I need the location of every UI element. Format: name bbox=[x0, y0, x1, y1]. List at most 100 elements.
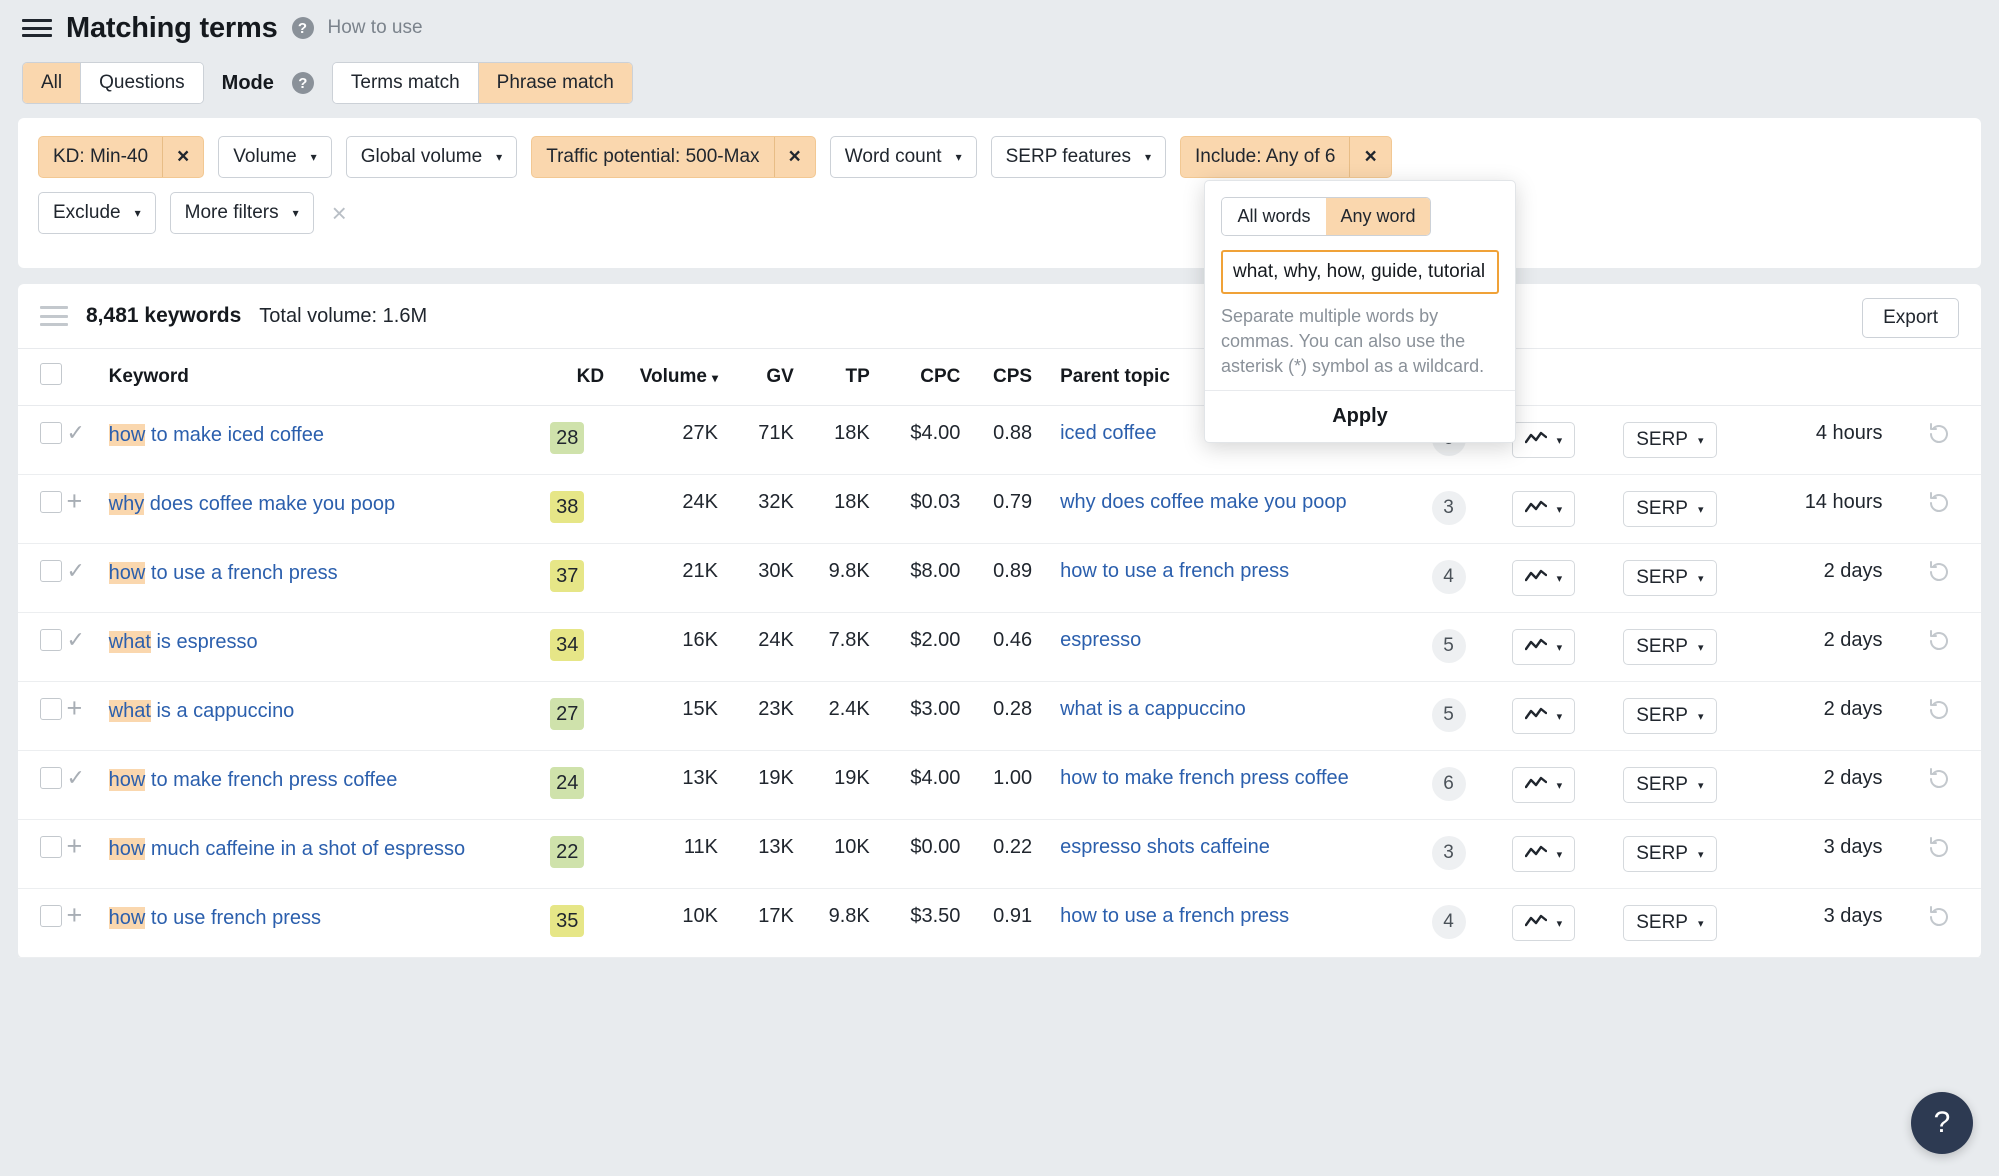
trend-dropdown-button[interactable]: ▾ bbox=[1511, 836, 1576, 872]
serp-dropdown-button[interactable]: SERP ▾ bbox=[1623, 629, 1717, 665]
keyword-link[interactable]: what is a cappuccino bbox=[108, 700, 294, 722]
header-kd[interactable]: KD bbox=[530, 348, 605, 406]
keyword-link[interactable]: how to use a french press bbox=[108, 562, 338, 584]
trend-dropdown-button[interactable]: ▾ bbox=[1511, 422, 1576, 458]
row-trend-cell: ▾ bbox=[1485, 750, 1602, 820]
trend-dropdown-button[interactable]: ▾ bbox=[1511, 491, 1576, 527]
include-apply-button[interactable]: Apply bbox=[1205, 390, 1515, 442]
keyword-added-check-icon[interactable]: ✓ bbox=[66, 765, 84, 790]
row-checkbox[interactable] bbox=[40, 491, 62, 513]
filter-global-volume[interactable]: Global volume ▾ bbox=[345, 136, 518, 178]
parent-topic-link[interactable]: espresso shots caffeine bbox=[1060, 836, 1270, 858]
tab-phrase-match[interactable]: Phrase match bbox=[478, 63, 632, 103]
refresh-icon[interactable] bbox=[1927, 629, 1951, 660]
refresh-icon[interactable] bbox=[1927, 698, 1951, 729]
filter-include-close-icon[interactable]: × bbox=[1349, 137, 1390, 177]
tab-all[interactable]: All bbox=[23, 63, 82, 103]
refresh-icon[interactable] bbox=[1927, 491, 1951, 522]
filter-kd-close-icon[interactable]: × bbox=[162, 137, 203, 177]
serp-dropdown-button[interactable]: SERP ▾ bbox=[1623, 422, 1717, 458]
keyword-highlight: how bbox=[108, 424, 146, 446]
row-parent-topic-cell: how to use a french press bbox=[1032, 543, 1412, 613]
header-cps[interactable]: CPS bbox=[960, 348, 1033, 406]
row-checkbox[interactable] bbox=[40, 836, 62, 858]
row-checkbox[interactable] bbox=[40, 905, 62, 927]
add-keyword-icon[interactable]: + bbox=[66, 900, 82, 930]
row-keyword-cell: how to use french press bbox=[108, 888, 531, 958]
parent-topic-link[interactable]: what is a cappuccino bbox=[1060, 698, 1246, 720]
tab-terms-match[interactable]: Terms match bbox=[332, 63, 479, 103]
add-keyword-icon[interactable]: + bbox=[66, 831, 82, 861]
parent-topic-link[interactable]: why does coffee make you poop bbox=[1060, 491, 1346, 513]
row-checkbox[interactable] bbox=[40, 560, 62, 582]
include-all-words-option[interactable]: All words bbox=[1222, 198, 1326, 235]
mode-question-circle-icon[interactable]: ? bbox=[291, 72, 314, 94]
keyword-link[interactable]: why does coffee make you poop bbox=[108, 493, 395, 515]
row-checkbox[interactable] bbox=[40, 698, 62, 720]
keyword-link[interactable]: how to make french press coffee bbox=[108, 769, 397, 791]
filter-word-count[interactable]: Word count ▾ bbox=[829, 136, 977, 178]
row-sf-cell: 4 bbox=[1411, 543, 1486, 613]
serp-dropdown-button[interactable]: SERP ▾ bbox=[1623, 767, 1717, 803]
select-all-checkbox[interactable] bbox=[40, 363, 62, 385]
keyword-link[interactable]: how to use french press bbox=[108, 907, 321, 929]
trend-dropdown-button[interactable]: ▾ bbox=[1511, 905, 1576, 941]
hamburger-menu-icon[interactable] bbox=[22, 16, 52, 40]
header-tp[interactable]: TP bbox=[793, 348, 870, 406]
tab-questions[interactable]: Questions bbox=[81, 63, 203, 103]
filter-serp-features[interactable]: SERP features ▾ bbox=[990, 136, 1166, 178]
row-volume-cell: 10K bbox=[604, 888, 718, 958]
refresh-icon[interactable] bbox=[1927, 422, 1951, 453]
filter-kd[interactable]: KD: Min-40 × bbox=[38, 136, 205, 178]
trend-dropdown-button[interactable]: ▾ bbox=[1511, 560, 1576, 596]
add-keyword-icon[interactable]: + bbox=[66, 693, 82, 723]
filter-include[interactable]: Include: Any of 6 × bbox=[1179, 136, 1392, 178]
header-cpc[interactable]: CPC bbox=[869, 348, 961, 406]
export-button[interactable]: Export bbox=[1862, 298, 1959, 338]
keyword-added-check-icon[interactable]: ✓ bbox=[66, 558, 84, 583]
trend-dropdown-button[interactable]: ▾ bbox=[1511, 629, 1576, 665]
serp-dropdown-button[interactable]: SERP ▾ bbox=[1623, 560, 1717, 596]
parent-topic-link[interactable]: how to use a french press bbox=[1060, 560, 1289, 582]
filter-volume[interactable]: Volume ▾ bbox=[218, 136, 332, 178]
row-checkbox[interactable] bbox=[40, 422, 62, 444]
header-volume[interactable]: Volume ▾ bbox=[604, 348, 718, 406]
row-checkbox[interactable] bbox=[40, 767, 62, 789]
serp-dropdown-button[interactable]: SERP ▾ bbox=[1623, 836, 1717, 872]
question-circle-icon[interactable]: ? bbox=[291, 17, 314, 39]
filter-traffic-potential-close-icon[interactable]: × bbox=[773, 137, 815, 177]
trend-dropdown-button[interactable]: ▾ bbox=[1511, 767, 1576, 803]
row-updated-cell: 2 days bbox=[1738, 750, 1897, 820]
parent-topic-link[interactable]: iced coffee bbox=[1060, 422, 1156, 444]
parent-topic-link[interactable]: how to use a french press bbox=[1060, 905, 1289, 927]
include-words-input[interactable] bbox=[1221, 250, 1499, 294]
refresh-icon[interactable] bbox=[1927, 905, 1951, 936]
header-gv[interactable]: GV bbox=[717, 348, 794, 406]
parent-topic-link[interactable]: espresso bbox=[1060, 629, 1141, 651]
serp-dropdown-button[interactable]: SERP ▾ bbox=[1623, 698, 1717, 734]
how-to-use-link[interactable]: How to use bbox=[328, 17, 423, 39]
trend-line-icon bbox=[1524, 429, 1547, 451]
keyword-added-check-icon[interactable]: ✓ bbox=[66, 420, 84, 445]
refresh-icon[interactable] bbox=[1927, 836, 1951, 867]
serp-dropdown-button[interactable]: SERP ▾ bbox=[1623, 905, 1717, 941]
keyword-link[interactable]: how much caffeine in a shot of espresso bbox=[108, 838, 465, 860]
keyword-added-check-icon[interactable]: ✓ bbox=[66, 627, 84, 652]
keyword-link[interactable]: how to make iced coffee bbox=[108, 424, 324, 446]
row-checkbox[interactable] bbox=[40, 629, 62, 651]
add-keyword-icon[interactable]: + bbox=[66, 486, 82, 516]
refresh-icon[interactable] bbox=[1927, 560, 1951, 591]
filter-traffic-potential[interactable]: Traffic potential: 500-Max × bbox=[531, 136, 816, 178]
help-fab-button[interactable]: ? bbox=[1911, 1092, 1973, 1154]
serp-dropdown-button[interactable]: SERP ▾ bbox=[1623, 491, 1717, 527]
include-any-word-option[interactable]: Any word bbox=[1326, 198, 1430, 235]
filter-more-filters[interactable]: More filters ▾ bbox=[169, 192, 314, 234]
list-view-icon[interactable] bbox=[40, 306, 68, 326]
clear-all-filters-icon[interactable]: × bbox=[328, 200, 351, 226]
parent-topic-link[interactable]: how to make french press coffee bbox=[1060, 767, 1349, 789]
refresh-icon[interactable] bbox=[1927, 767, 1951, 798]
trend-dropdown-button[interactable]: ▾ bbox=[1511, 698, 1576, 734]
header-keyword[interactable]: Keyword bbox=[108, 348, 531, 406]
keyword-link[interactable]: what is espresso bbox=[108, 631, 258, 653]
filter-exclude[interactable]: Exclude ▾ bbox=[38, 192, 156, 234]
